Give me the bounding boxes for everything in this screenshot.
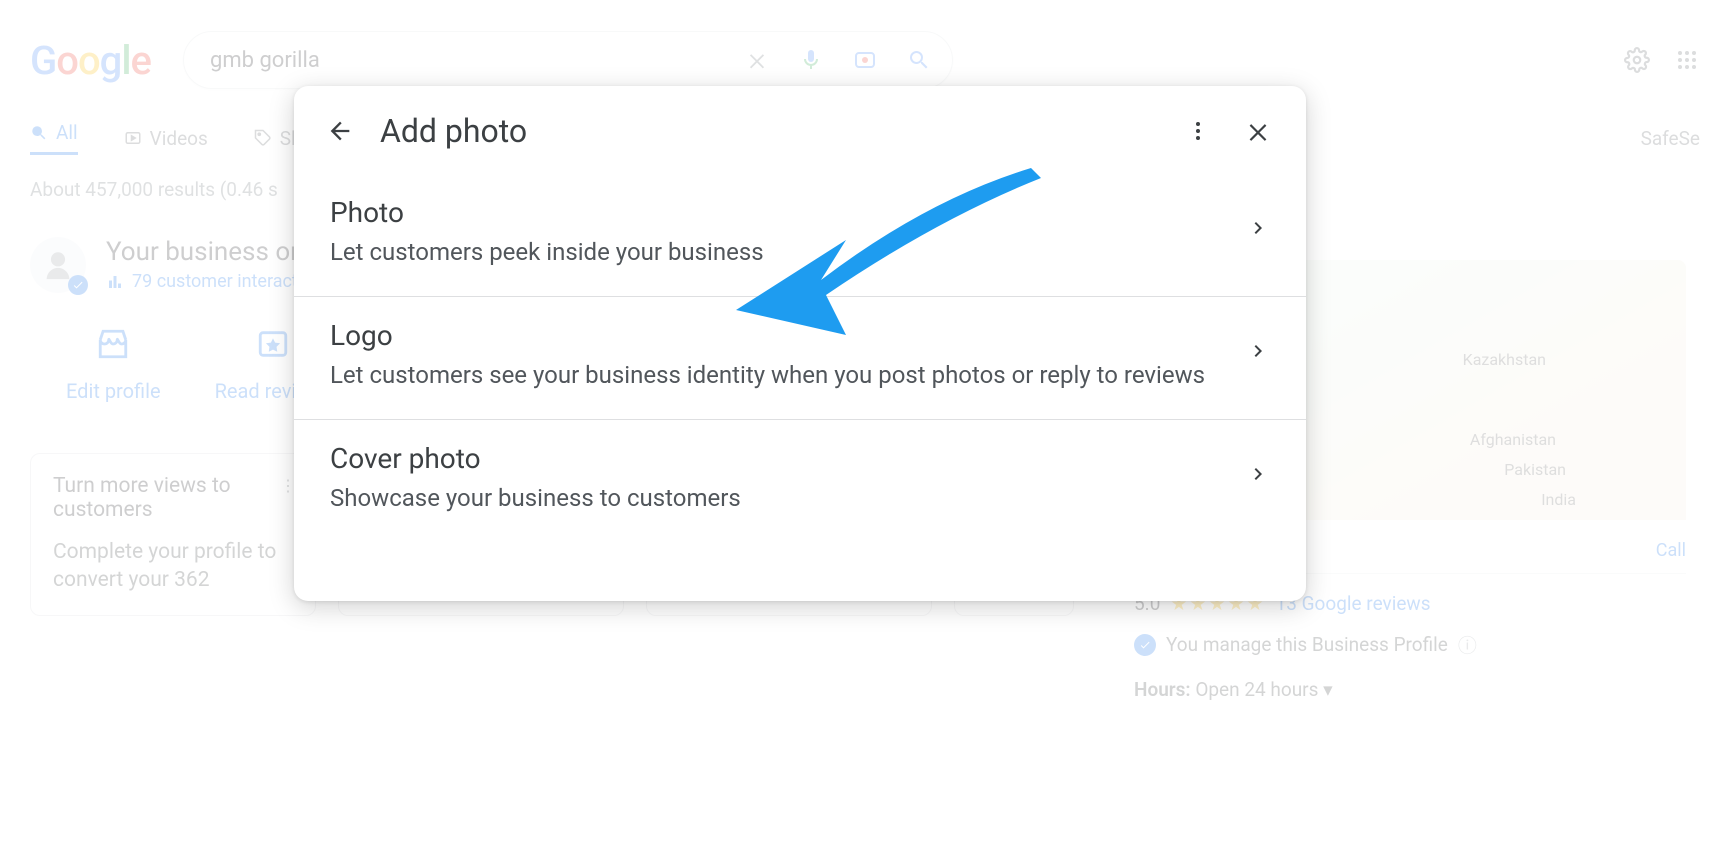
tab-all-label: All [56,121,78,144]
option-desc: Let customers peek inside your business [330,235,1226,270]
option-title: Photo [330,196,1226,229]
option-title: Logo [330,319,1226,352]
modal-header: Add photo [294,86,1306,174]
kp-hours-value: Open 24 hours [1195,678,1318,701]
header-right [1624,47,1700,73]
more-menu-button[interactable] [1180,113,1216,149]
apps-icon[interactable] [1674,47,1700,73]
kp-manage-text: You manage this Business Profile [1166,633,1448,656]
clear-icon[interactable] [744,47,770,73]
search-bar[interactable]: gmb gorilla [183,31,953,89]
option-logo[interactable]: Logo Let customers see your business ide… [294,297,1306,420]
chevron-right-icon [1246,462,1270,486]
storefront-icon [92,323,134,365]
map-label: Kazakhstan [1463,350,1546,369]
kp-tab-call[interactable]: Call [1656,540,1686,561]
option-desc: Let customers see your business identity… [330,358,1226,393]
verified-badge-icon [1134,634,1156,656]
lens-icon[interactable] [852,47,878,73]
tab-all[interactable]: All [30,121,78,155]
verified-check-icon [68,275,88,295]
chevron-right-icon [1246,216,1270,240]
safesearch-label[interactable]: SafeSe [1641,127,1700,150]
map-label: India [1541,490,1576,509]
map-label: Pakistan [1504,460,1566,479]
option-desc: Showcase your business to customers [330,481,1226,516]
top-row: Google gmb gorilla [30,30,1700,90]
card-body: Complete your profile to convert your 36… [53,538,293,595]
map-label: Afghanistan [1470,430,1556,449]
search-icon[interactable] [906,47,932,73]
kp-hours-label: Hours: [1134,678,1191,701]
card-turn-views[interactable]: ⋮ Turn more views to customers Complete … [30,453,316,616]
business-avatar [30,237,86,293]
tab-videos-label: Videos [150,127,208,150]
search-icons [744,47,932,73]
kp-hours[interactable]: Hours: Open 24 hours ▾ [1134,678,1686,701]
option-photo[interactable]: Photo Let customers peek inside your bus… [294,174,1306,297]
close-button[interactable] [1240,113,1276,149]
option-title: Cover photo [330,442,1226,475]
option-cover-photo[interactable]: Cover photo Showcase your business to cu… [294,420,1306,542]
settings-icon[interactable] [1624,47,1650,73]
info-icon[interactable]: ⓘ [1458,631,1477,658]
google-logo: Google [30,37,151,84]
card-title: Turn more views to customers [53,474,293,522]
voice-search-icon[interactable] [798,47,824,73]
modal-title: Add photo [380,112,527,150]
search-input-text[interactable]: gmb gorilla [210,48,744,73]
back-button[interactable] [324,115,356,147]
chevron-right-icon [1246,339,1270,363]
tab-videos[interactable]: Videos [124,127,208,150]
action-edit-profile[interactable]: Edit profile [66,323,161,403]
star-review-icon [252,323,294,365]
action-edit-profile-label: Edit profile [66,379,161,403]
kp-manage: You manage this Business Profile ⓘ [1134,631,1686,658]
add-photo-modal: Add photo Photo Let customers peek insid… [294,86,1306,601]
